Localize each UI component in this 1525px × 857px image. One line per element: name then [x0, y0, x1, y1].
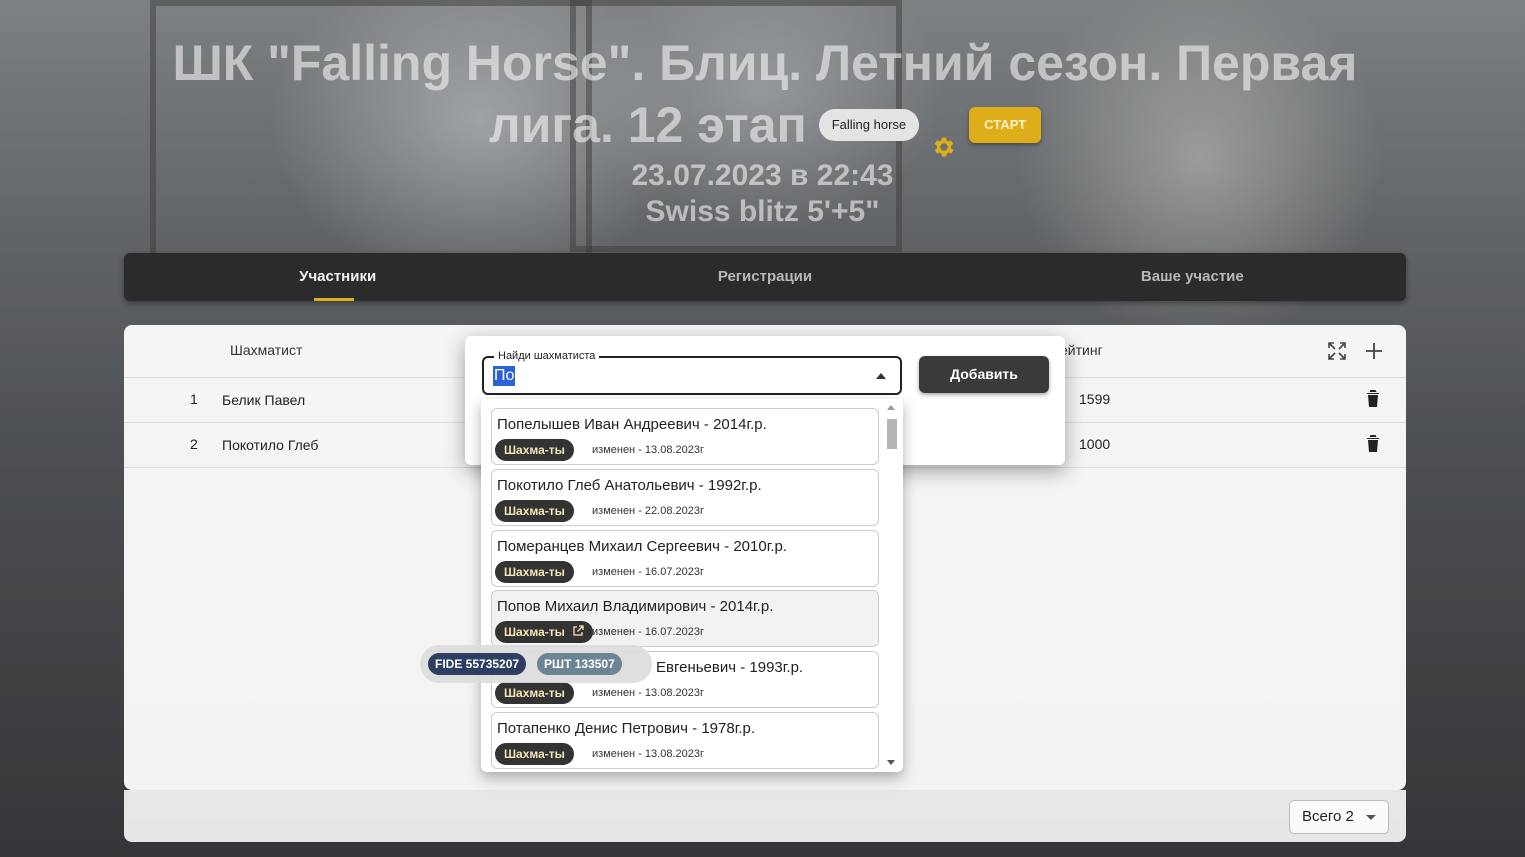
tab-your-participation[interactable]: Ваше участие: [979, 253, 1406, 301]
external-link-icon[interactable]: [572, 622, 584, 636]
trash-icon[interactable]: [1366, 434, 1380, 452]
total-select[interactable]: Всего 2: [1289, 800, 1389, 834]
option-updated: изменен - 22.08.2023г: [592, 505, 704, 517]
start-button[interactable]: СТАРТ: [969, 107, 1042, 143]
scrollbar-thumb[interactable]: [887, 419, 897, 449]
club-tag-link[interactable]: Шахма-ты: [495, 621, 594, 643]
column-player: Шахматист: [230, 342, 303, 358]
option-updated: изменен - 16.07.2023г: [592, 566, 704, 578]
player-search-label: Найди шахматиста: [494, 349, 600, 363]
player-search-input[interactable]: По: [493, 366, 516, 386]
club-tag: Шахма-ты: [495, 500, 574, 522]
row-number: 2: [190, 436, 198, 452]
column-rating: ейтинг: [1060, 342, 1103, 358]
player-rating: 1599: [1079, 391, 1111, 407]
scroll-down-arrow[interactable]: [887, 760, 895, 765]
tabs-bar: Участники Регистрации Ваше участие: [124, 253, 1406, 301]
scroll-up-arrow[interactable]: [887, 405, 895, 410]
option-name: Померанцев Михаил Сергеевич - 2010г.р.: [497, 538, 788, 555]
player-name: Покотило Глеб: [222, 437, 319, 453]
player-search-field[interactable]: Найди шахматиста По: [482, 349, 902, 395]
player-option[interactable]: Покотило Глеб Анатольевич - 1992г.р. Шах…: [491, 469, 879, 526]
chevron-up-icon[interactable]: [876, 373, 886, 379]
rcf-id-chip: РШТ 133507: [537, 653, 622, 675]
organizer-chip[interactable]: Falling horse: [818, 109, 920, 141]
title-line-1: ШК "Falling Horse". Блиц. Летний сезон. …: [172, 35, 1358, 91]
chevron-down-icon: [1366, 815, 1376, 820]
club-tag: Шахма-ты: [495, 743, 574, 765]
option-updated: изменен - 13.08.2023г: [592, 687, 704, 699]
title-line-2: лига. 12 этап Falling horse СТАРТ: [488, 94, 1042, 157]
club-tag: Шахма-ты: [495, 561, 574, 583]
option-name: Попов Михаил Владимирович - 2014г.р.: [497, 598, 774, 615]
player-option[interactable]: Попелышев Иван Андреевич - 2014г.р. Шахм…: [491, 408, 879, 465]
page-title: ШК "Falling Horse". Блиц. Летний сезон. …: [120, 32, 1410, 157]
player-option[interactable]: Попов Михаил Владимирович - 2014г.р. Шах…: [491, 590, 879, 647]
option-name: Потапенко Денис Петрович - 1978г.р.: [497, 720, 756, 737]
title-line-2-text: лига. 12 этап: [488, 97, 807, 153]
plus-icon[interactable]: [1363, 340, 1385, 362]
options-scrollbar[interactable]: [885, 403, 897, 767]
gear-icon[interactable]: [931, 112, 957, 157]
tournament-datetime: 23.07.2023 в 22:43: [631, 159, 894, 192]
club-tag: Шахма-ты: [495, 439, 574, 461]
player-name: Белик Павел: [222, 392, 306, 408]
option-name: Покотило Глеб Анатольевич - 1992г.р.: [497, 477, 762, 494]
fullscreen-icon[interactable]: [1326, 340, 1348, 362]
total-value: Всего 2: [1302, 808, 1354, 825]
player-options-list: Попелышев Иван Андреевич - 2014г.р. Шахм…: [481, 399, 903, 772]
tab-participants[interactable]: Участники: [124, 253, 551, 301]
club-tag: Шахма-ты: [495, 682, 574, 704]
trash-icon[interactable]: [1366, 389, 1380, 407]
ratings-tooltip: FIDE 55735207 РШТ 133507: [420, 645, 652, 683]
option-updated: изменен - 13.08.2023г: [592, 748, 704, 760]
option-updated: изменен - 16.07.2023г: [592, 626, 704, 638]
club-tag-text: Шахма-ты: [504, 625, 565, 639]
option-name: Попелышев Иван Андреевич - 2014г.р.: [497, 416, 767, 433]
player-rating: 1000: [1079, 436, 1111, 452]
player-option[interactable]: Померанцев Михаил Сергеевич - 2010г.р. Ш…: [491, 530, 879, 587]
tournament-format: Swiss blitz 5'+5": [645, 195, 880, 228]
row-number: 1: [190, 391, 198, 407]
option-updated: изменен - 13.08.2023г: [592, 444, 704, 456]
panel-footer: [124, 790, 1406, 842]
option-name: Евгеньевич - 1993г.р.: [656, 659, 804, 676]
fide-id-chip: FIDE 55735207: [428, 653, 527, 675]
add-button[interactable]: Добавить: [919, 356, 1049, 393]
player-option[interactable]: Потапенко Денис Петрович - 1978г.р. Шахм…: [491, 712, 879, 769]
tab-registrations[interactable]: Регистрации: [551, 253, 978, 301]
